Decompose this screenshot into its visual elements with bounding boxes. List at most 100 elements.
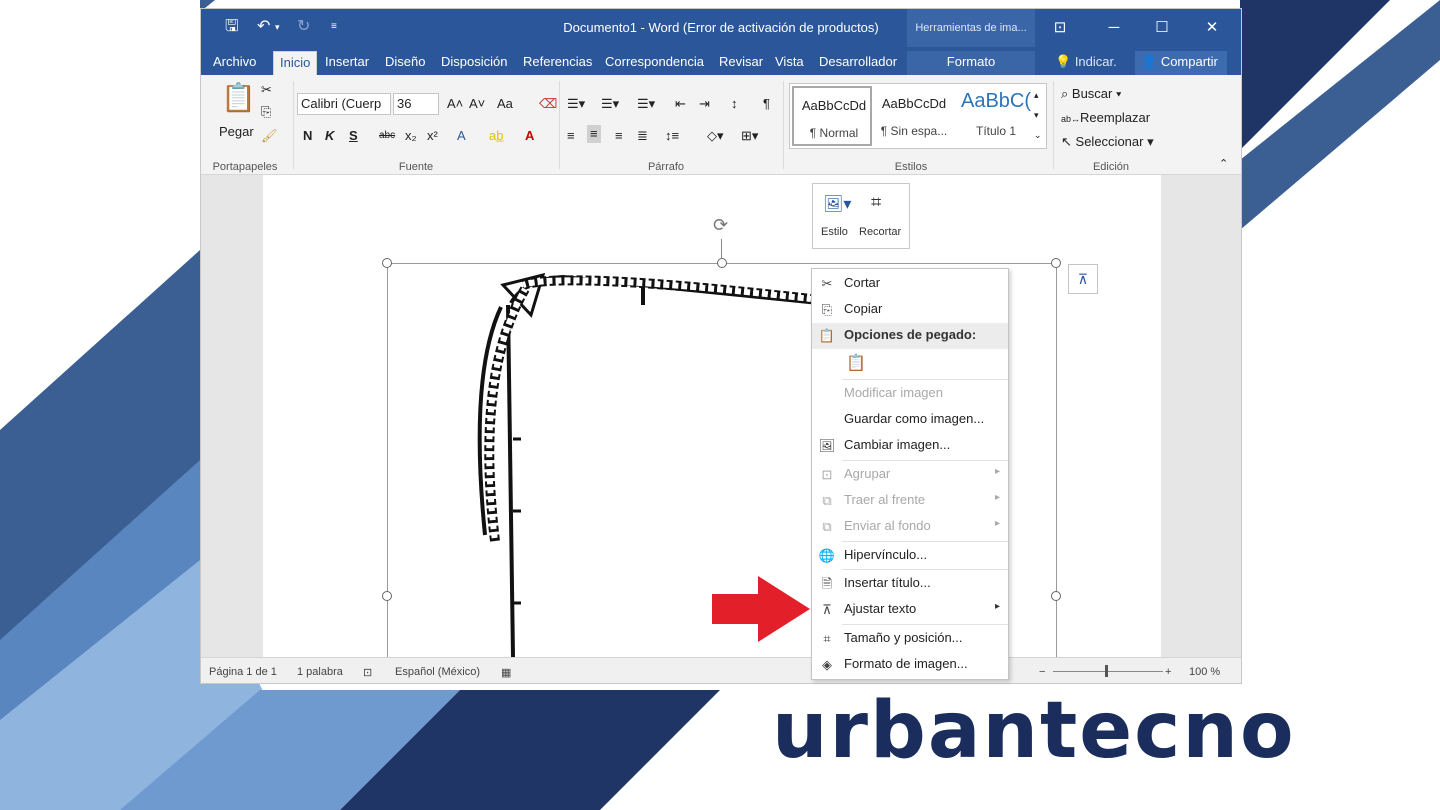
tab-archivo[interactable]: Archivo	[213, 51, 256, 75]
styles-scroll-up-icon[interactable]: ▴	[1034, 86, 1039, 104]
tab-vista[interactable]: Vista	[775, 51, 804, 75]
macro-icon[interactable]: ▦	[501, 666, 511, 679]
zoom-out-icon[interactable]: −	[1039, 666, 1045, 678]
align-left-icon[interactable]: ≡	[567, 127, 575, 145]
tell-me-box[interactable]: 💡 Indicar.	[1055, 51, 1117, 75]
justify-icon[interactable]: ≣	[637, 127, 648, 145]
menu-item-format-picture[interactable]: ◈ Formato de imagen...	[812, 652, 1008, 678]
word-count[interactable]: 1 palabra	[297, 666, 343, 678]
menu-item-cut[interactable]: ✂ Cortar	[812, 271, 1008, 297]
tab-desarrollador[interactable]: Desarrollador	[819, 51, 897, 75]
strikethrough-button[interactable]: abc	[379, 127, 395, 145]
decrease-indent-icon[interactable]: ⇤	[675, 95, 686, 113]
line-spacing-icon[interactable]: ↕≡	[665, 127, 679, 145]
resize-handle[interactable]	[382, 258, 392, 268]
increase-indent-icon[interactable]: ⇥	[699, 95, 710, 113]
menu-item-save-as-picture[interactable]: Guardar como imagen...	[812, 407, 1008, 433]
proofing-icon[interactable]: ⊡	[363, 666, 372, 679]
page-count[interactable]: Página 1 de 1	[209, 666, 277, 678]
menu-item-label: Ajustar texto	[844, 601, 917, 616]
collapse-ribbon-icon[interactable]: ⌃	[1219, 155, 1228, 173]
style-button-label[interactable]: Estilo	[821, 226, 848, 238]
group-label-clipboard: Portapapeles	[212, 161, 278, 173]
zoom-in-icon[interactable]: +	[1165, 666, 1171, 678]
maximize-icon[interactable]: ☐	[1139, 9, 1185, 47]
show-marks-icon[interactable]: ¶	[763, 95, 770, 113]
menu-item-paste-option[interactable]: 📋	[812, 351, 1008, 379]
shading-icon[interactable]: ◇▾	[707, 127, 724, 145]
language-label[interactable]: Español (México)	[395, 666, 480, 678]
borders-icon[interactable]: ⊞▾	[741, 127, 758, 145]
bullets-icon[interactable]: ☰▾	[567, 95, 585, 113]
multilevel-list-icon[interactable]: ☰▾	[637, 95, 655, 113]
italic-button[interactable]: K	[325, 127, 334, 145]
menu-item-hyperlink[interactable]: 🌐 Hipervínculo...	[812, 543, 1008, 569]
numbering-icon[interactable]: ☰▾	[601, 95, 619, 113]
bold-button[interactable]: N	[303, 127, 312, 145]
menu-item-label: Tamaño y posición...	[844, 630, 963, 645]
underline-button[interactable]: S	[349, 127, 358, 145]
minimize-icon[interactable]: ─	[1091, 9, 1137, 47]
style-no-spacing[interactable]: AaBbCcDd ¶ Sin espa...	[874, 86, 954, 146]
layout-options-icon[interactable]: ⊼	[1068, 264, 1098, 294]
zoom-thumb[interactable]	[1105, 665, 1108, 677]
align-right-icon[interactable]: ≡	[615, 127, 623, 145]
zoom-level[interactable]: 100 %	[1189, 666, 1220, 678]
text-effects-icon[interactable]: A	[457, 127, 466, 145]
font-name-combo[interactable]: Calibri (Cuerp	[297, 93, 391, 115]
resize-handle[interactable]	[382, 591, 392, 601]
clear-format-icon[interactable]: ⌫	[539, 95, 557, 113]
change-case-button[interactable]: Aa	[497, 95, 513, 113]
submenu-arrow-icon: ▸	[994, 466, 1000, 477]
resize-handle[interactable]	[1051, 591, 1061, 601]
zoom-slider[interactable]	[1053, 671, 1163, 672]
styles-more-icon[interactable]: ⌄	[1034, 126, 1042, 144]
picture-style-icon[interactable]: 🖼▾	[823, 194, 851, 214]
copy-icon[interactable]: ⎘	[261, 103, 271, 121]
ribbon-display-icon[interactable]: ⊡	[1037, 9, 1083, 47]
superscript-button[interactable]: x²	[427, 127, 438, 145]
style-name: Título 1	[975, 124, 1017, 138]
share-button[interactable]: 👤 Compartir	[1135, 51, 1227, 75]
menu-item-change-picture[interactable]: 🖼 Cambiar imagen...	[812, 433, 1008, 459]
shrink-font-icon[interactable]: A˅	[469, 95, 485, 113]
crop-icon[interactable]: ⌗	[871, 192, 881, 213]
cut-icon[interactable]: ✂	[261, 81, 272, 99]
rotate-handle-icon[interactable]: ⟳	[713, 215, 728, 236]
tab-disposicion[interactable]: Disposición	[441, 51, 507, 75]
tab-referencias[interactable]: Referencias	[523, 51, 592, 75]
align-center-icon[interactable]: ≡	[587, 125, 601, 143]
tab-inicio[interactable]: Inicio	[273, 51, 318, 75]
crop-button-label[interactable]: Recortar	[859, 226, 901, 238]
highlight-icon[interactable]: ab̲	[489, 127, 503, 145]
menu-item-insert-caption[interactable]: 🗎 Insertar título...	[812, 571, 1008, 597]
style-normal[interactable]: AaBbCcDd ¶ Normal	[792, 86, 872, 146]
close-icon[interactable]: ✕	[1189, 9, 1235, 47]
menu-item-size-position[interactable]: ⌗ Tamaño y posición...	[812, 626, 1008, 652]
ribbon: 📋 Pegar ✂ ⎘ 🖌 Portapapeles Calibri (Cuer…	[201, 75, 1241, 175]
paste-button-label[interactable]: Pegar	[219, 123, 254, 141]
paste-icon[interactable]: 📋	[221, 81, 256, 115]
resize-handle[interactable]	[1051, 258, 1061, 268]
tab-formato[interactable]: Formato	[907, 51, 1035, 75]
hyperlink-icon: 🌐	[818, 548, 836, 563]
sort-icon[interactable]: ↕	[731, 95, 738, 113]
grow-font-icon[interactable]: A˄	[447, 95, 463, 113]
resize-handle[interactable]	[717, 258, 727, 268]
tab-diseno[interactable]: Diseño	[385, 51, 425, 75]
styles-scroll-down-icon[interactable]: ▾	[1034, 106, 1039, 124]
find-button[interactable]: ⌕ Buscar ▾	[1061, 85, 1121, 103]
menu-item-wrap-text[interactable]: ⊼ Ajustar texto ▸	[812, 597, 1008, 623]
select-button[interactable]: ↖ Seleccionar ▾	[1061, 133, 1154, 151]
replace-button[interactable]: ab↔Reemplazar	[1061, 109, 1150, 128]
tab-correspondencia[interactable]: Correspondencia	[605, 51, 704, 75]
tab-revisar[interactable]: Revisar	[719, 51, 763, 75]
subscript-button[interactable]: x₂	[405, 127, 417, 145]
font-size-combo[interactable]: 36	[393, 93, 439, 115]
tab-insertar[interactable]: Insertar	[325, 51, 369, 75]
format-painter-icon[interactable]: 🖌	[261, 127, 278, 145]
font-color-icon[interactable]: A	[525, 127, 534, 145]
change-picture-icon: 🖼	[818, 438, 836, 453]
style-heading-1[interactable]: AaBbC( Título 1	[956, 86, 1036, 146]
menu-item-copy[interactable]: ⎘ Copiar	[812, 297, 1008, 323]
